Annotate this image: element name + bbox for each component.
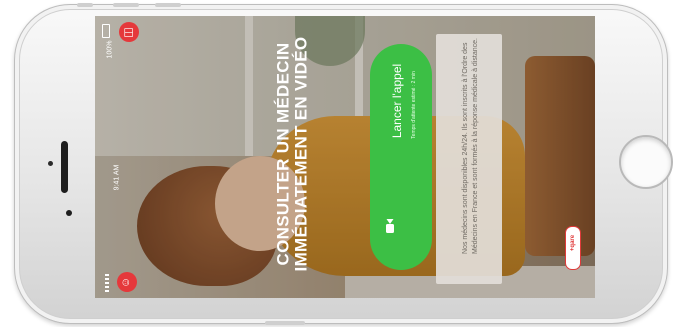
- medical-bag-icon[interactable]: ◫: [119, 22, 139, 42]
- battery-icon: [102, 24, 110, 38]
- video-camera-icon: [386, 219, 394, 233]
- power-button: [265, 321, 305, 325]
- info-card: Nos médecins sont disponibles 24h/24. Il…: [436, 34, 502, 284]
- headline-line-2: IMMÉDIATEMENT EN VIDÉO: [291, 36, 311, 272]
- qare-logo-text: +qare: [570, 234, 576, 252]
- photo-overlay: [95, 16, 595, 298]
- front-camera: [66, 210, 72, 216]
- wait-time-text: Temps d'attente estimé : 2 min: [411, 71, 417, 139]
- proximity-sensor: [48, 161, 53, 166]
- info-text: Nos médecins sont disponibles 24h/24. Il…: [462, 38, 479, 254]
- home-button[interactable]: [619, 135, 673, 189]
- earpiece-speaker: [61, 141, 68, 193]
- volume-down-button: [155, 3, 181, 7]
- mute-switch: [77, 3, 93, 7]
- doctor-icon[interactable]: ☺: [117, 272, 137, 292]
- headline-line-1: CONSULTER UN MÉDECIN: [273, 42, 293, 266]
- call-button-label: Lancer l'appel: [390, 63, 404, 139]
- signal-icon: [105, 274, 109, 292]
- volume-up-button: [113, 3, 139, 7]
- status-battery-text: 100%: [106, 40, 114, 59]
- app-screen: 9:41 AM 100% ◫ ☺ CONSULTER UN MÉDECIN IM…: [95, 16, 595, 298]
- headline: CONSULTER UN MÉDECIN IMMÉDIATEMENT EN VI…: [273, 27, 311, 282]
- status-time: 9:41 AM: [113, 164, 121, 191]
